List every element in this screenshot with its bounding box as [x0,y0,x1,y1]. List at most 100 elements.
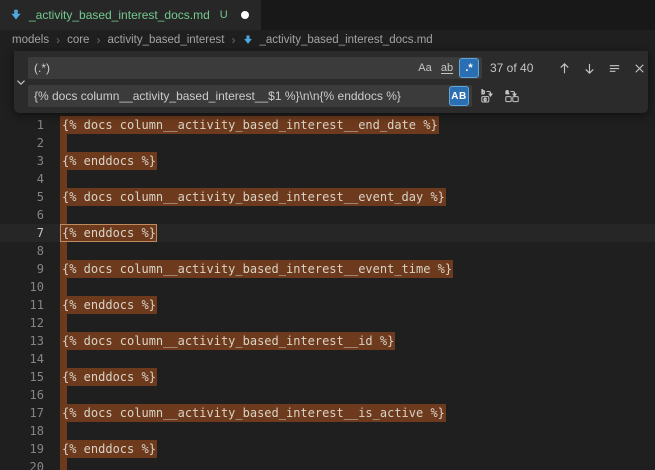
empty-match-highlight [60,458,67,470]
line-number: 16 [0,386,44,404]
match-highlight: {% docs column__activity_based_interest_… [60,116,439,134]
line-number: 19 [0,440,44,458]
close-icon[interactable] [629,58,650,79]
match-highlight: {% docs column__activity_based_interest_… [60,188,446,206]
line-number: 8 [0,242,44,260]
previous-match-button[interactable] [554,58,575,79]
toggle-replace-button[interactable] [14,51,28,113]
code-line[interactable]: 12 [0,314,655,332]
code-line[interactable]: 10 [0,278,655,296]
code-line[interactable]: 20 [0,458,655,470]
breadcrumb-item-file[interactable]: _activity_based_interest_docs.md [242,34,432,46]
breadcrumb-item-core[interactable]: core [67,34,89,46]
replace-button[interactable]: b c [476,86,497,107]
line-content: {% docs column__activity_based_interest_… [62,116,439,134]
find-in-selection-button[interactable] [604,58,625,79]
breadcrumb-item-folder[interactable]: activity_based_interest [107,34,224,46]
regex-toggle[interactable]: .* [459,58,479,78]
line-number: 5 [0,188,44,206]
line-number: 7 [0,224,44,242]
editor-tab[interactable]: _activity_based_interest_docs.md U [0,0,261,30]
code-line[interactable]: 5 {% docs column__activity_based_interest… [0,188,655,206]
line-number: 17 [0,404,44,422]
line-content: {% enddocs %} [62,296,157,314]
code-line[interactable]: 2 [0,134,655,152]
code-line[interactable]: 14 [0,350,655,368]
line-content [62,422,67,440]
line-content: {% docs column__activity_based_interest_… [62,404,446,422]
line-content [62,458,67,470]
editor-pane[interactable]: (.*) Aa ab .* 37 of 40 [0,50,655,470]
find-row: (.*) Aa ab .* 37 of 40 [28,57,650,79]
unsaved-dot-icon[interactable] [241,11,249,19]
line-content: {% enddocs %} [62,440,157,458]
line-content: {% docs column__activity_based_interest_… [62,188,446,206]
line-number: 15 [0,368,44,386]
line-number: 2 [0,134,44,152]
tab-bar: _activity_based_interest_docs.md U [0,0,655,30]
git-status-badge: U [220,9,228,21]
code-line[interactable]: 19 {% enddocs %} [0,440,655,458]
match-count: 37 of 40 [490,61,544,75]
line-number: 13 [0,332,44,350]
line-number: 20 [0,458,44,470]
code-line[interactable]: 6 [0,206,655,224]
match-highlight: {% enddocs %} [60,224,157,242]
code-line[interactable]: 8 [0,242,655,260]
whole-word-toggle[interactable]: ab [437,58,457,78]
replace-value: {% docs column__activity_based_interest_… [34,89,401,103]
svg-text:a: a [505,90,509,96]
line-content [62,134,67,152]
tab-title: _activity_based_interest_docs.md [29,8,210,22]
find-replace-widget: (.*) Aa ab .* 37 of 40 [14,51,648,113]
code-line[interactable]: 15 {% enddocs %} [0,368,655,386]
line-number: 9 [0,260,44,278]
svg-text:b: b [481,90,485,96]
replace-input[interactable]: {% docs column__activity_based_interest_… [28,85,472,107]
empty-match-highlight [60,350,67,368]
empty-match-highlight [60,242,67,260]
line-content [62,242,67,260]
line-content [62,206,67,224]
line-content [62,350,67,368]
replace-all-button[interactable]: a [501,86,522,107]
line-number: 10 [0,278,44,296]
line-content: {% enddocs %} [62,152,157,170]
chevron-down-icon [14,75,28,89]
code-line[interactable]: 1 {% docs column__activity_based_interest… [0,116,655,134]
breadcrumb: models › core › activity_based_interest … [0,30,655,50]
code-line[interactable]: 11{% enddocs %} [0,296,655,314]
line-number: 14 [0,350,44,368]
line-content: {% enddocs %} [62,368,157,386]
match-case-toggle[interactable]: Aa [415,58,435,78]
match-highlight: {% enddocs %} [60,368,157,386]
line-content [62,386,67,404]
code-line[interactable]: 3 {% enddocs %} [0,152,655,170]
code-line[interactable]: 17 {% docs column__activity_based_interes… [0,404,655,422]
markdown-file-icon [242,34,254,46]
next-match-button[interactable] [579,58,600,79]
preserve-case-toggle[interactable]: AB [449,86,469,106]
code-line[interactable]: 9 {% docs column__activity_based_interest… [0,260,655,278]
line-number: 4 [0,170,44,188]
line-number: 1 [0,116,44,134]
match-highlight: {% enddocs %} [60,152,157,170]
breadcrumb-separator: › [96,33,100,47]
breadcrumb-separator: › [231,33,235,47]
code-line[interactable]: 4 [0,170,655,188]
code-area[interactable]: 1 {% docs column__activity_based_interest… [0,116,655,470]
breadcrumb-item-models[interactable]: models [12,34,49,46]
code-line[interactable]: 13{% docs column__activity_based_interes… [0,332,655,350]
empty-match-highlight [60,278,67,296]
line-number: 3 [0,152,44,170]
code-line[interactable]: 16 [0,386,655,404]
empty-match-highlight [60,134,67,152]
match-highlight: {% docs column__activity_based_interest_… [60,260,453,278]
code-line[interactable]: 7 {% enddocs %} [0,224,655,242]
match-highlight: {% docs column__activity_based_interest_… [60,404,446,422]
find-input[interactable]: (.*) Aa ab .* [28,57,482,79]
line-number: 6 [0,206,44,224]
empty-match-highlight [60,170,67,188]
svg-text:c: c [483,97,486,103]
code-line[interactable]: 18 [0,422,655,440]
